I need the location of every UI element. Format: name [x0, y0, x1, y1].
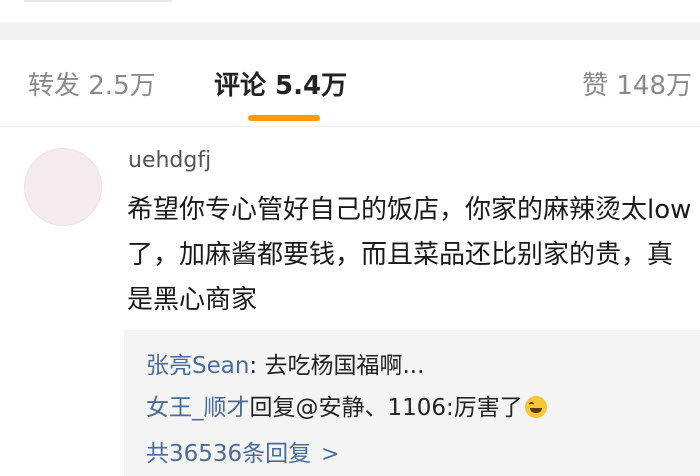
more-replies-label: 共36536条回复	[146, 441, 312, 467]
avatar[interactable]	[24, 148, 102, 226]
reply-item[interactable]: 张亮Sean: 去吃杨国福啊...	[146, 351, 424, 381]
reply-text: 回复@安静、1106:厉害了	[249, 395, 523, 421]
chevron-right-icon: >	[321, 442, 340, 467]
reply-box[interactable]: 张亮Sean: 去吃杨国福啊... 女王_顺才回复@安静、1106:厉害了 共3…	[124, 330, 700, 476]
tab-likes[interactable]: 赞 148万	[582, 68, 692, 104]
tab-repost[interactable]: 转发 2.5万	[28, 68, 156, 104]
comment-username[interactable]: uehdgfj	[128, 148, 211, 173]
reply-item[interactable]: 女王_顺才回复@安静、1106:厉害了	[146, 393, 547, 423]
comment-text: 希望你专心管好自己的饭店，你家的麻辣烫太low了，加麻酱都要钱，而且菜品还比别家…	[127, 195, 692, 315]
reply-author[interactable]: 张亮Sean	[146, 353, 249, 379]
reply-author[interactable]: 女王_顺才	[146, 395, 250, 421]
tab-comments[interactable]: 评论 5.4万	[214, 68, 347, 104]
top-strip-divider	[24, 0, 172, 2]
more-replies-link[interactable]: 共36536条回复 >	[146, 439, 340, 470]
section-gap	[0, 22, 700, 40]
reply-text: : 去吃杨国福啊...	[249, 353, 425, 379]
active-tab-indicator	[248, 115, 320, 121]
laughing-tears-emoji-icon	[524, 396, 547, 418]
top-strip	[0, 0, 700, 22]
